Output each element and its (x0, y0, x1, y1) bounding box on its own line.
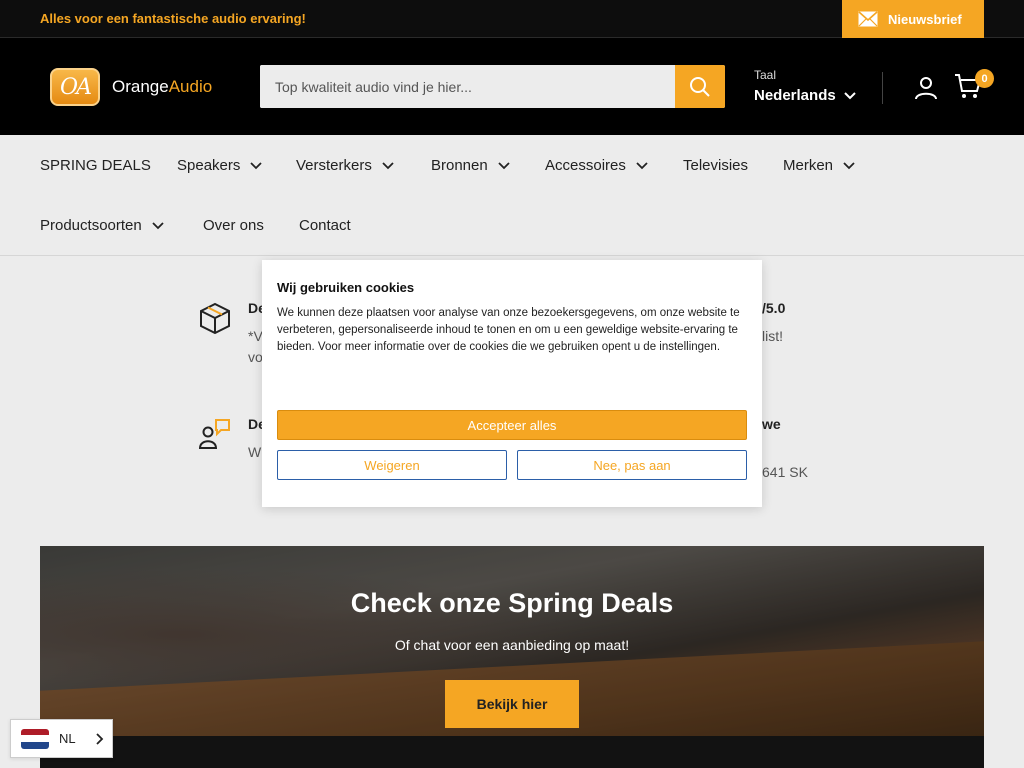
logo-text: OrangeAudio (112, 77, 213, 96)
nav-item-televisies[interactable]: Televisies (683, 157, 748, 174)
feature-4-line1: 641 SK (762, 464, 808, 480)
feature-4-title: we (762, 416, 781, 432)
search-icon (690, 76, 710, 97)
language-switcher[interactable]: NL (10, 719, 113, 758)
nav-item-accessoires[interactable]: Accessoires (545, 157, 648, 174)
site-logo[interactable]: OA OrangeAudio (50, 68, 212, 106)
chevron-down-icon (498, 161, 510, 169)
cookie-consent-dialog: Wij gebruiken cookies We kunnen deze pla… (262, 260, 762, 507)
nav-item-spring-deals[interactable]: SPRING DEALS (40, 157, 151, 174)
cookie-body: We kunnen deze plaatsen voor analyse van… (277, 307, 740, 353)
feature-3-title: /5.0 (762, 300, 786, 316)
chevron-down-icon (250, 161, 263, 169)
chevron-down-icon (382, 161, 394, 169)
chevron-right-icon (95, 732, 103, 745)
announcement-bar: Alles voor een fantastische audio ervari… (0, 0, 1024, 38)
search-bar (260, 65, 725, 108)
package-icon (200, 302, 230, 334)
nav-item-speakers[interactable]: Speakers (177, 157, 263, 174)
banner-title: Check onze Spring Deals (350, 588, 674, 618)
language-value: Nederlands (754, 87, 836, 104)
accept-all-button[interactable]: Accepteer alles (277, 410, 747, 440)
netherlands-flag-icon (21, 728, 49, 749)
newsletter-button[interactable]: Nieuwsbrief (842, 0, 984, 38)
announcement-text: Alles voor een fantastische audio ervari… (40, 11, 306, 26)
feature-4: we 641 SK (762, 416, 808, 480)
language-selector[interactable]: Taal Nederlands (754, 68, 856, 104)
support-chat-icon (198, 419, 230, 449)
language-code: NL (59, 731, 76, 746)
nav-item-over-ons[interactable]: Over ons (203, 217, 264, 234)
chevron-down-icon (152, 221, 164, 229)
nav-item-merken[interactable]: Merken (783, 157, 855, 174)
customize-settings-button[interactable]: Nee, pas aan (517, 450, 747, 480)
feature-3: /5.0 list! (762, 300, 785, 344)
banner-cta-button[interactable]: Bekijk hier (445, 680, 579, 728)
language-label: Taal (754, 68, 777, 82)
banner-overlay (40, 546, 984, 768)
nav-item-productsoorten[interactable]: Productsoorten (40, 217, 164, 234)
site-header: OA OrangeAudio Taal Nederlands 0 (0, 38, 1024, 135)
spring-deals-banner: Check onze Spring Deals Of chat voor een… (40, 546, 984, 768)
feature-3-line1: list! (762, 328, 783, 344)
envelope-icon (858, 11, 878, 27)
main-navigation: SPRING DEALS Speakers Versterkers Bronne… (0, 135, 1024, 256)
user-icon (915, 77, 937, 100)
cookie-title: Wij gebruiken cookies (277, 280, 415, 295)
logo-badge: OA (50, 68, 100, 106)
search-button[interactable] (675, 65, 725, 108)
banner-subtitle: Of chat voor een aanbieding op maat! (394, 637, 630, 653)
newsletter-label: Nieuwsbrief (888, 11, 962, 27)
chevron-down-icon (843, 161, 855, 169)
search-input[interactable] (260, 65, 675, 108)
account-button[interactable] (914, 76, 938, 105)
chevron-down-icon (636, 161, 648, 169)
chevron-down-icon (843, 91, 856, 99)
cart-count-badge: 0 (975, 69, 994, 88)
nav-item-contact[interactable]: Contact (299, 217, 351, 234)
nav-item-versterkers[interactable]: Versterkers (296, 157, 394, 174)
header-divider (882, 72, 883, 104)
decline-button[interactable]: Weigeren (277, 450, 507, 480)
nav-item-bronnen[interactable]: Bronnen (431, 157, 510, 174)
